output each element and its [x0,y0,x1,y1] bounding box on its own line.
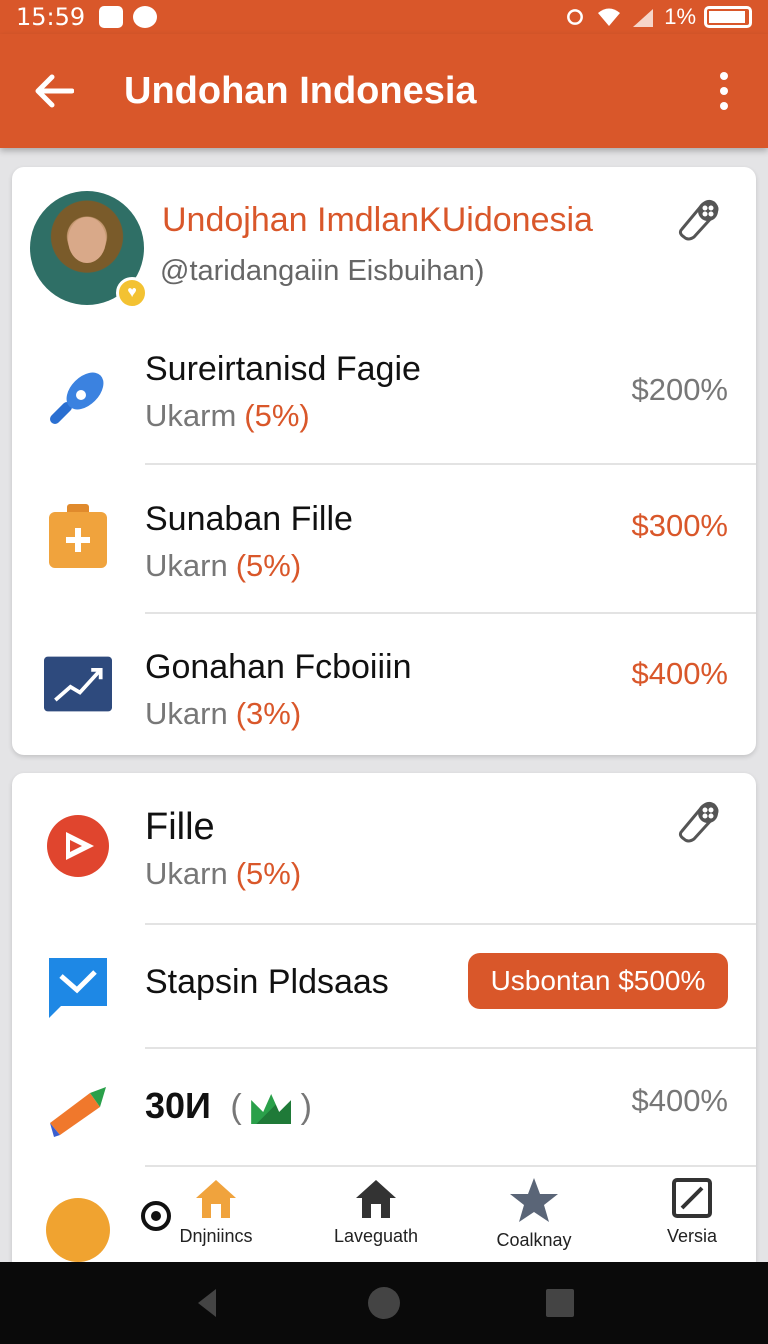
notification-icon [99,6,124,28]
system-recents-button[interactable] [542,1285,578,1321]
system-nav-bar [0,1262,768,1344]
profile-name: Undojhan ImdlanKUidonesia [162,201,593,239]
item-sub: Ukarn (3%) [145,696,302,731]
usbontan-button[interactable]: Usbontan $500% [468,953,728,1009]
app-notification-icon [133,6,158,28]
profile-header[interactable]: ♥ Undojhan ImdlanKUidonesia @taridangaii… [12,167,756,327]
rocket-icon [44,1077,112,1145]
wifi-icon [598,8,621,26]
divider [145,463,756,465]
arrow-left-icon [35,74,74,108]
medkit-icon [44,502,112,570]
item-sub: Ukarm (5%) [145,398,310,433]
message-icon [44,953,112,1021]
more-vert-icon [720,72,728,80]
item-name: Gonahan Fcboiiin [145,648,412,686]
status-time: 15:59 [16,3,86,31]
back-button[interactable] [24,61,84,121]
nav-label: Versia [666,1226,718,1246]
list-item[interactable]: 30И ( ) $400% [12,1047,756,1165]
verified-badge-icon: ♥ [116,277,148,309]
alarm-icon [567,9,584,25]
system-back-button[interactable] [190,1285,226,1321]
divider [145,612,756,614]
home-dark-icon [356,1180,396,1218]
divider [145,1165,756,1167]
item-price: $400% [631,656,728,691]
list-item[interactable]: Sunaban Fille Ukarn (5%) $300% [12,492,756,612]
play-icon [44,812,112,880]
app-bar: Undohan Indonesia [0,34,768,148]
avatar[interactable]: ♥ [30,191,148,309]
edit-icon [672,1178,712,1218]
item-sub: Ukarn (5%) [145,856,302,891]
item-price: $300% [631,508,728,543]
item-name: 30И ( ) [145,1085,312,1126]
item-sub: Ukarn (5%) [145,548,302,583]
files-card: Fille Ukarn (5%) Stapsin Pldsaas Usbontan… [12,773,756,1273]
nav-label: Dnjniincs [179,1226,253,1246]
trend-chart-icon [44,650,112,718]
system-home-button[interactable] [366,1285,402,1321]
profile-handle: @taridangaiin Eisbuihan) [160,255,485,287]
nav-item-coalknay[interactable]: Coalknay [464,1176,604,1251]
tag-icon[interactable] [672,189,728,245]
star-icon [510,1178,558,1222]
page-title: Undohan Indonesia [124,69,477,112]
pie-chart-icon[interactable] [46,1198,110,1262]
nav-label: Coalknay [496,1230,572,1250]
list-item[interactable]: Sureirtanisd Fagie Ukarm (5%) $200% [12,342,756,462]
item-name: Fille [145,806,215,848]
item-name: Stapsin Pldsaas [145,963,389,1001]
battery-icon [704,6,752,28]
profile-card: ♥ Undojhan ImdlanKUidonesia @taridangaii… [12,167,756,755]
list-item[interactable]: Gonahan Fcboiiin Ukarn (3%) $400% [12,642,756,752]
bottom-nav: Dnjniincs Laveguath Coalknay Versia [12,1168,756,1268]
violin-icon [44,362,112,430]
item-name: Sunaban Fille [145,500,353,538]
list-item[interactable]: Fille Ukarn (5%) [12,798,756,918]
status-bar: 15:59 1% [0,0,768,34]
more-options-button[interactable] [704,61,744,121]
home-orange-icon [196,1180,236,1218]
signal-icon [633,9,654,27]
nav-item-dnjniincs[interactable]: Dnjniincs [146,1176,286,1247]
battery-percent: 1% [664,4,696,29]
nav-item-versia[interactable]: Versia [622,1176,756,1247]
item-price: $400% [631,1083,728,1118]
nav-label: Laveguath [333,1226,419,1246]
nav-item-laveguath[interactable]: Laveguath [306,1176,446,1247]
item-name: Sureirtanisd Fagie [145,350,421,388]
item-price: $200% [631,372,728,407]
green-chart-icon [251,1094,292,1125]
